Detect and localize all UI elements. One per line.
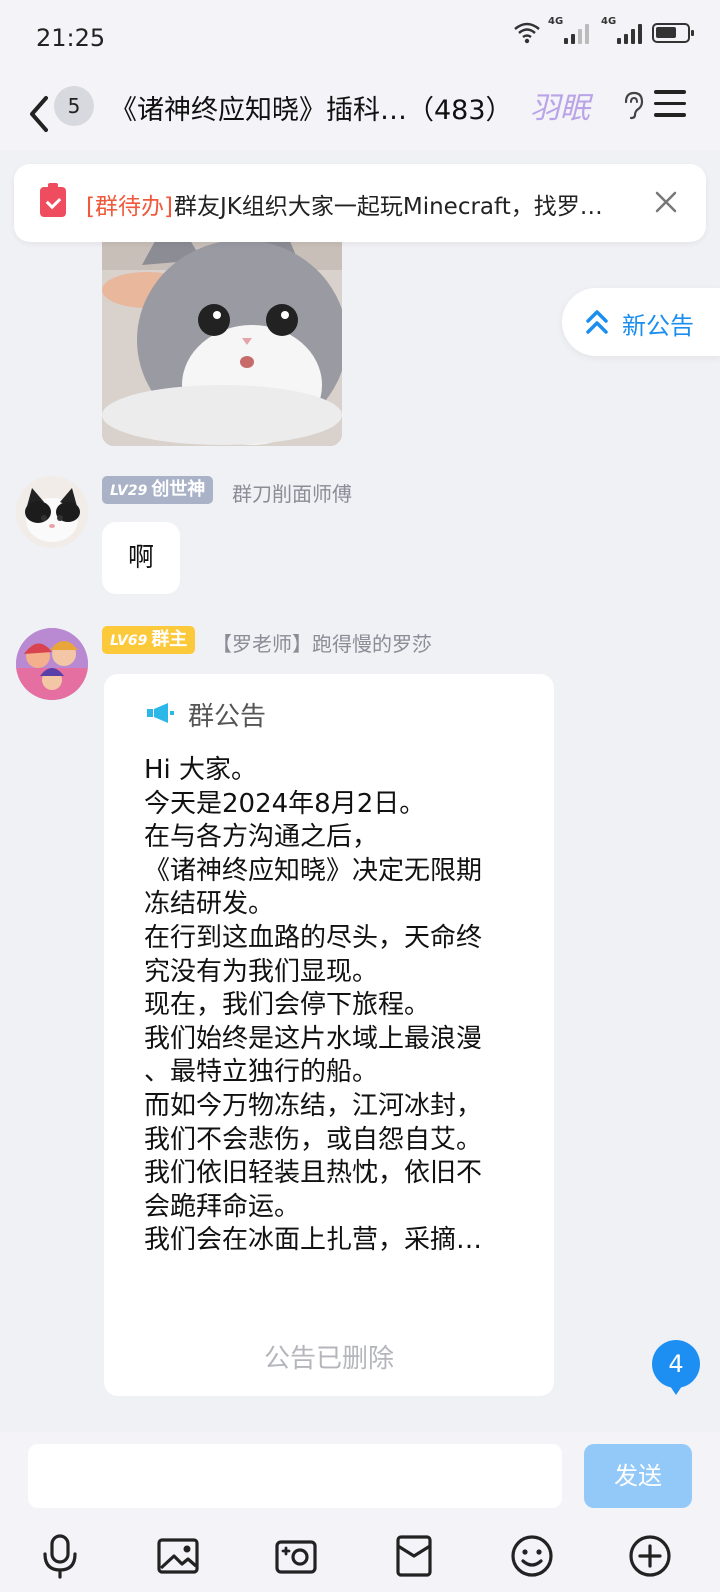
- new-notice-label: 新公告: [622, 312, 694, 340]
- todo-tag: [群待办]: [86, 194, 173, 220]
- network-label-2: 4G: [601, 16, 617, 27]
- double-chevron-up-icon: [586, 310, 608, 334]
- network-label-1: 4G: [548, 16, 564, 27]
- signal-icon-2: 4G: [601, 16, 642, 44]
- emoji-button[interactable]: [508, 1532, 556, 1580]
- wifi-icon: [514, 22, 540, 44]
- notice-line: 在行到这血路的尽头，天命终: [144, 922, 483, 953]
- level-number: LV29: [110, 483, 148, 499]
- more-button[interactable]: [626, 1532, 674, 1580]
- unread-badge[interactable]: 5: [54, 86, 94, 126]
- back-button[interactable]: [22, 90, 58, 138]
- red-packet-button[interactable]: [390, 1532, 438, 1580]
- notice-line: 我们会在冰面上扎营，采摘…: [144, 1225, 483, 1256]
- member-role: 创世神: [151, 479, 206, 500]
- todo-text: 群友JK组织大家一起玩Minecraft，找罗…: [174, 194, 603, 220]
- level-tag: LV29 创世神: [102, 476, 214, 504]
- signal-icon-1: 4G: [548, 16, 589, 44]
- notice-line: 冻结研发。: [144, 889, 275, 920]
- back-icon: [30, 96, 48, 132]
- notice-line: 我们不会悲伤，或自怨自艾。: [144, 1124, 483, 1155]
- chat-area[interactable]: [群待办] 群友JK组织大家一起玩Minecraft，找罗… 新公告 LV29 创…: [0, 150, 720, 1432]
- notice-line: 、最特立独行的船。: [144, 1057, 379, 1088]
- notice-line: 我们依旧轻装且热忱，依旧不: [144, 1158, 483, 1189]
- camera-button[interactable]: [272, 1532, 320, 1580]
- ear-icon[interactable]: [620, 90, 646, 120]
- cat-photo: [102, 210, 342, 446]
- chat-header: 5 《诸神终应知晓》插科…（483） 羽眠: [0, 80, 720, 150]
- camera-icon: [275, 1540, 317, 1574]
- notice-line: 而如今万物冻结，江河冰封，: [144, 1090, 483, 1121]
- status-icons: 4G 4G: [514, 16, 694, 44]
- notice-header: 群公告: [188, 702, 267, 732]
- notice-line: 我们始终是这片水域上最浪漫: [144, 1023, 483, 1054]
- member-role: 群主: [151, 629, 188, 650]
- cat-image[interactable]: [102, 210, 342, 446]
- notice-body: Hi 大家。 今天是2024年8月2日。 在与各方沟通之后， 《诸神终应知晓》决…: [144, 754, 524, 1258]
- avatar[interactable]: [16, 628, 88, 700]
- close-icon[interactable]: [652, 188, 680, 216]
- notice-deleted-label: 公告已删除: [263, 1344, 394, 1374]
- avatar[interactable]: [16, 476, 88, 548]
- notice-line: 会跪拜命运。: [144, 1191, 301, 1222]
- sender-name[interactable]: 群刀削面师傅: [232, 478, 352, 507]
- notice-line: 今天是2024年8月2日。: [144, 788, 426, 819]
- battery-icon: [652, 23, 694, 43]
- microphone-icon: [43, 1534, 77, 1579]
- voice-button[interactable]: [36, 1532, 84, 1580]
- menu-icon[interactable]: [654, 90, 686, 120]
- notice-line: 究没有为我们显现。: [144, 956, 379, 987]
- image-button[interactable]: [154, 1532, 202, 1580]
- emoji-icon: [511, 1535, 553, 1577]
- svg-text:羽眠: 羽眠: [530, 91, 594, 126]
- megaphone-icon: [147, 703, 174, 723]
- status-time: 21:25: [36, 24, 106, 52]
- input-bar: 发送: [0, 1432, 720, 1592]
- todo-clipboard-icon: [40, 183, 66, 217]
- message-bubble[interactable]: 啊: [102, 522, 180, 594]
- chat-title[interactable]: 《诸神终应知晓》插科…（483）: [110, 88, 520, 127]
- input-toolbar: [0, 1524, 720, 1592]
- image-icon: [157, 1538, 199, 1574]
- unread-messages-badge[interactable]: 4: [652, 1340, 700, 1395]
- group-notice-card[interactable]: 群公告 Hi 大家。 今天是2024年8月2日。 在与各方沟通之后， 《诸神终应…: [104, 674, 554, 1396]
- notice-line: 《诸神终应知晓》决定无限期: [144, 855, 483, 886]
- send-button[interactable]: 发送: [584, 1444, 692, 1508]
- new-notice-button[interactable]: 新公告: [562, 288, 720, 356]
- sender-name[interactable]: 【罗老师】跑得慢的罗莎: [212, 628, 432, 657]
- title-decoration-icon: 羽眠: [530, 91, 594, 126]
- notice-line: Hi 大家。: [144, 755, 258, 785]
- notice-line: 现在，我们会停下旅程。: [144, 990, 431, 1021]
- level-number: LV69: [110, 633, 148, 649]
- status-bar: 21:25 4G 4G: [0, 0, 720, 80]
- level-tag: LV69 群主: [102, 626, 196, 654]
- message-input[interactable]: [28, 1444, 562, 1508]
- todo-banner[interactable]: [群待办] 群友JK组织大家一起玩Minecraft，找罗…: [14, 164, 706, 242]
- plus-icon: [629, 1535, 671, 1577]
- notice-line: 在与各方沟通之后，: [144, 822, 379, 853]
- red-packet-icon: [396, 1535, 432, 1577]
